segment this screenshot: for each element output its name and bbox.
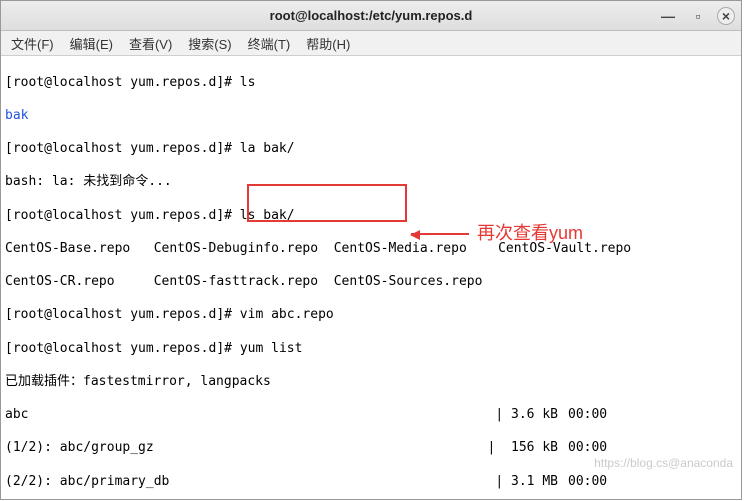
terminal-content[interactable]: [root@localhost yum.repos.d]# ls bak [ro… [1,56,741,499]
terminal-line: bash: la: 未找到命令... [5,174,735,191]
terminal-line: [root@localhost yum.repos.d]# vim abc.re… [5,307,735,324]
maximize-button[interactable]: ▫ [687,7,709,25]
watermark: https://blog.cs@anaconda [594,456,733,471]
menu-edit[interactable]: 编辑(E) [64,32,119,55]
terminal-line: [root@localhost yum.repos.d]# la bak/ [5,141,735,158]
menu-view[interactable]: 查看(V) [123,32,178,55]
terminal-line: CentOS-Base.repo CentOS-Debuginfo.repo C… [5,241,735,258]
menubar: 文件(F) 编辑(E) 查看(V) 搜索(S) 终端(T) 帮助(H) [1,31,741,56]
terminal-line: CentOS-CR.repo CentOS-fasttrack.repo Cen… [5,274,735,291]
titlebar: root@localhost:/etc/yum.repos.d — ▫ × [1,1,741,31]
menu-terminal[interactable]: 终端(T) [242,32,297,55]
minimize-button[interactable]: — [657,7,679,25]
menu-file[interactable]: 文件(F) [5,32,60,55]
close-button[interactable]: × [717,7,735,25]
terminal-window: root@localhost:/etc/yum.repos.d — ▫ × 文件… [0,0,742,500]
terminal-line: [root@localhost yum.repos.d]# ls bak/ [5,208,735,225]
window-title: root@localhost:/etc/yum.repos.d [270,8,473,23]
menu-help[interactable]: 帮助(H) [300,32,356,55]
terminal-line: 已加载插件：fastestmirror, langpacks [5,374,735,391]
terminal-line: (2/2): abc/primary_db| 3.1 MB00:00 [5,474,735,491]
terminal-line: abc| 3.6 kB00:00 [5,407,735,424]
terminal-line: [root@localhost yum.repos.d]# ls [5,75,735,92]
window-controls: — ▫ × [657,1,735,31]
terminal-line: bak [5,108,735,125]
terminal-line: (1/2): abc/group_gz| 156 kB00:00 [5,440,735,457]
menu-search[interactable]: 搜索(S) [182,32,237,55]
terminal-line: [root@localhost yum.repos.d]# yum list [5,341,735,358]
